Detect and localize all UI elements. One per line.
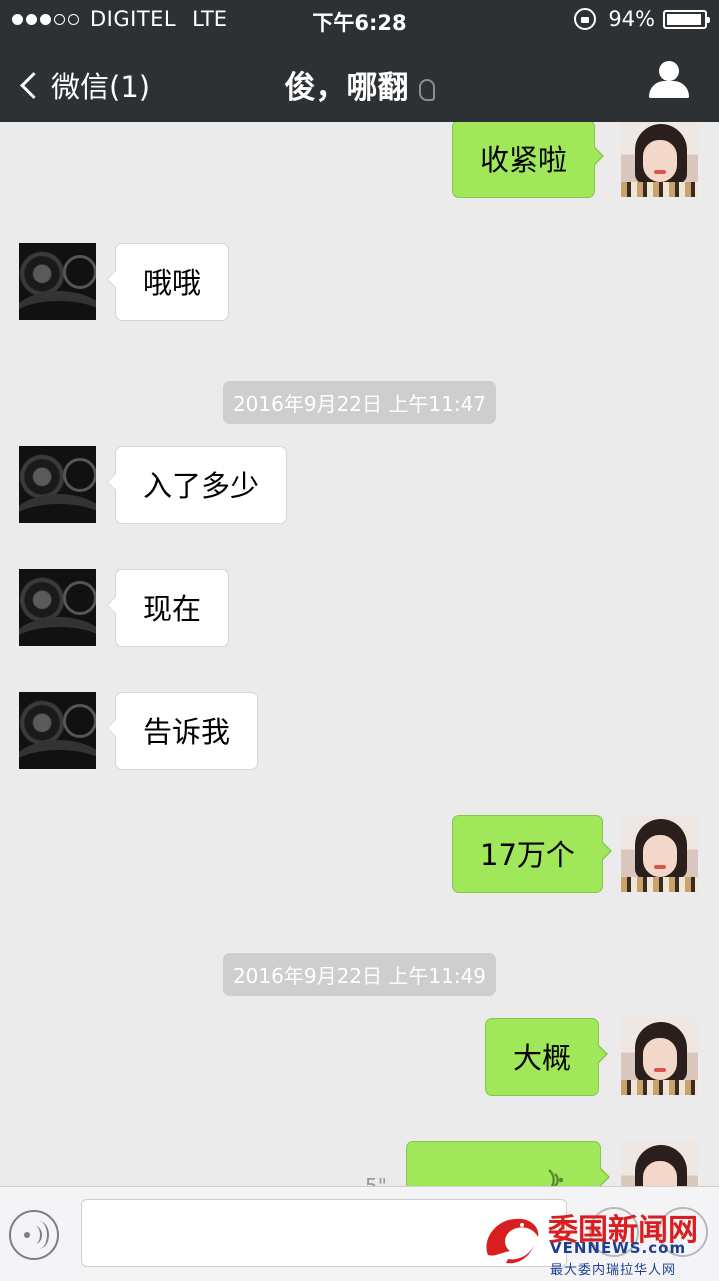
watermark: 委国新闻网 VENNEWS.com 最大委内瑞拉华人网 bbox=[478, 1205, 719, 1280]
my-avatar[interactable] bbox=[621, 1018, 698, 1095]
contact-avatar[interactable] bbox=[19, 569, 96, 646]
incoming-message[interactable]: 入了多少 bbox=[106, 446, 288, 524]
voice-wave-icon bbox=[548, 1169, 564, 1186]
watermark-domain: VENNEWS.com bbox=[550, 1239, 687, 1257]
contact-avatar[interactable] bbox=[19, 243, 96, 320]
voice-message[interactable] bbox=[406, 1141, 610, 1186]
chat-title-wrap: 俊，哪翻 bbox=[0, 62, 719, 107]
my-avatar[interactable] bbox=[621, 122, 698, 197]
battery-icon bbox=[663, 9, 710, 29]
ear-icon bbox=[418, 78, 435, 101]
top-bar: DIGITEL LTE 下午6:28 94% 微信(1) 俊，哪翻 bbox=[0, 0, 719, 122]
dragon-logo-icon bbox=[486, 1218, 539, 1264]
person-icon bbox=[659, 61, 679, 81]
my-avatar[interactable] bbox=[621, 1141, 698, 1186]
outgoing-message[interactable]: 大概 bbox=[485, 1018, 609, 1096]
timestamp: 2016年9月22日 上午11:49 bbox=[222, 953, 497, 996]
timestamp: 2016年9月22日 上午11:47 bbox=[222, 381, 497, 424]
chat-title: 俊，哪翻 bbox=[284, 70, 409, 106]
nav-bar: 微信(1) 俊，哪翻 bbox=[0, 40, 719, 122]
voice-duration: 5" bbox=[365, 1174, 387, 1186]
incoming-message[interactable]: 告诉我 bbox=[106, 692, 259, 770]
outgoing-message[interactable]: 收紧啦 bbox=[452, 122, 605, 198]
timestamp-wrap: 2016年9月22日 上午11:47 bbox=[0, 381, 719, 424]
chat-area[interactable]: 收紧啦 哦哦 2016年9月22日 上午11:47 入了多少 现在 告诉我 17… bbox=[0, 122, 719, 1186]
rotation-lock-icon bbox=[574, 8, 597, 30]
chat-info-button[interactable] bbox=[649, 61, 689, 99]
incoming-message[interactable]: 哦哦 bbox=[106, 243, 230, 321]
outgoing-message[interactable]: 17万个 bbox=[452, 815, 612, 893]
watermark-tagline: 最大委内瑞拉华人网 bbox=[550, 1263, 677, 1278]
status-bar: DIGITEL LTE 下午6:28 94% bbox=[0, 0, 719, 40]
contact-avatar[interactable] bbox=[19, 446, 96, 523]
voice-icon[interactable] bbox=[9, 1210, 59, 1260]
contact-avatar[interactable] bbox=[19, 692, 96, 769]
battery-percent: 94% bbox=[608, 7, 655, 31]
incoming-message[interactable]: 现在 bbox=[106, 569, 230, 647]
timestamp-wrap: 2016年9月22日 上午11:49 bbox=[0, 953, 719, 996]
my-avatar[interactable] bbox=[621, 815, 698, 892]
